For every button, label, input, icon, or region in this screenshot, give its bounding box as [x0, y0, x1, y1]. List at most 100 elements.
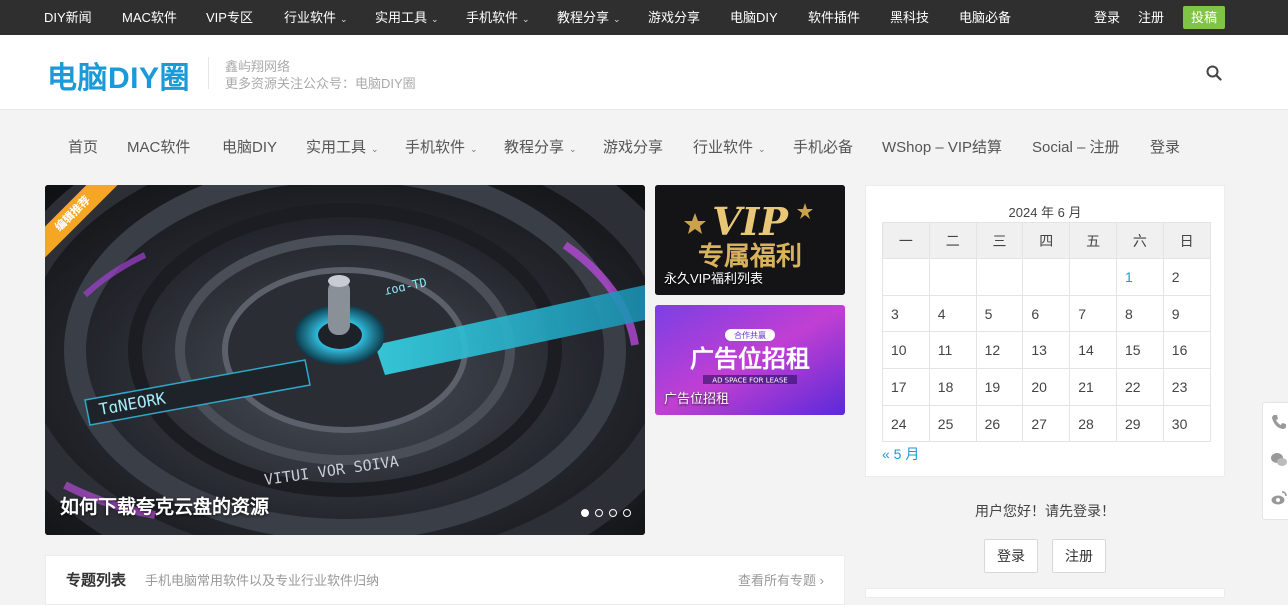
promo-card-vip[interactable]: VIP 专属福利 永久VIP福利列表 [655, 185, 845, 295]
site-logo[interactable]: 电脑DIY圈 [47, 53, 190, 97]
chevron-down-icon: ⌄ [371, 144, 379, 154]
editor-pick-label: 编辑推荐 [45, 185, 124, 265]
main-nav-item[interactable]: MAC软件 [127, 136, 190, 160]
top-nav-item[interactable]: 软件插件 [808, 0, 860, 35]
top-nav-item[interactable]: 黑科技 [890, 0, 929, 35]
ad-image-badge: 合作共赢 [734, 330, 766, 340]
chevron-down-icon: ⌄ [569, 144, 577, 154]
floating-side-tools [1262, 402, 1288, 520]
main-nav-item[interactable]: 电脑DIY [222, 136, 277, 160]
search-icon[interactable] [1206, 65, 1222, 81]
top-nav-item[interactable]: 行业软件 ⌄ [284, 0, 348, 35]
top-register-link[interactable]: 注册 [1138, 0, 1164, 35]
calendar-day: 15 [1115, 331, 1164, 370]
calendar-day[interactable]: 1 [1115, 258, 1164, 296]
calendar-week-row: 12 [882, 258, 1211, 296]
wechat-icon[interactable] [1270, 451, 1288, 469]
calendar-caption: 2024 年 6 月 [1008, 205, 1082, 220]
contribute-button[interactable]: 投稿 [1183, 6, 1225, 29]
site-subtagline: 更多资源关注公众号：电脑DIY圈 [225, 76, 416, 91]
top-nav-item-label: 实用工具 [375, 10, 428, 25]
calendar-day: 13 [1022, 331, 1071, 370]
ad-image-subtext: AD SPACE FOR LEASE [712, 377, 787, 385]
top-nav-item-label: 软件插件 [808, 10, 861, 25]
calendar-week-row: 10 11 12 13 14 15 16 [882, 331, 1211, 370]
calendar-day: 7 [1069, 294, 1117, 333]
main-nav-item[interactable]: 首页 [68, 136, 98, 160]
main-nav-item[interactable]: 行业软件 ⌄ [693, 136, 766, 160]
calendar-day: 10 [882, 331, 930, 370]
top-nav-item[interactable]: 手机软件 ⌄ [466, 0, 530, 35]
main-nav-item[interactable]: 教程分享 ⌄ [504, 136, 577, 160]
top-nav-item[interactable]: 教程分享 ⌄ [557, 0, 621, 35]
calendar-day: 25 [928, 404, 977, 443]
phone-icon[interactable] [1270, 413, 1288, 431]
calendar-weekday: 六 [1115, 222, 1164, 259]
slider-image: ɾoɑ-TD TɑNEORK VITUI VOR SOIVA [45, 185, 645, 535]
top-nav-item[interactable]: VIP专区 [206, 0, 253, 35]
calendar-day: 23 [1162, 368, 1211, 406]
top-nav-item-label: 游戏分享 [648, 10, 701, 25]
main-nav-item-label: 行业软件 [693, 139, 754, 156]
slider-dot[interactable] [623, 509, 631, 517]
top-nav-item-label: 黑科技 [890, 10, 930, 25]
calendar-day: 26 [975, 404, 1024, 443]
calendar-week-row: 17 18 19 20 21 22 23 [882, 368, 1211, 406]
calendar-day: 20 [1022, 368, 1071, 406]
promo-card-ad[interactable]: 合作共赢 广告位招租 AD SPACE FOR LEASE 广告位招租 [655, 305, 845, 415]
main-nav-item[interactable]: WShop – VIP结算 [882, 136, 1002, 160]
topics-description: 手机电脑常用软件以及专业行业软件归纳 [145, 573, 380, 588]
promo-card-label: 广告位招租 [664, 391, 730, 406]
calendar-day [882, 258, 930, 296]
main-nav-item-label: 登录 [1150, 139, 1181, 156]
calendar-day [928, 258, 977, 296]
slide-title[interactable]: 如何下载夸克云盘的资源 [60, 492, 269, 519]
top-nav-item-label: 教程分享 [557, 10, 610, 25]
slider-dots [581, 509, 631, 517]
calendar-day: 2 [1162, 258, 1211, 296]
main-nav-item-label: 首页 [68, 139, 99, 156]
topics-view-all-link[interactable]: 查看所有专题 › [738, 570, 824, 589]
featured-slider[interactable]: ɾoɑ-TD TɑNEORK VITUI VOR SOIVA 编辑推荐 如何下载… [45, 185, 645, 535]
logo-divider [208, 57, 209, 89]
main-nav-item[interactable]: 实用工具 ⌄ [306, 136, 379, 160]
main-nav-item[interactable]: 手机必备 [793, 136, 853, 160]
slider-dot[interactable] [609, 509, 617, 517]
top-nav-item[interactable]: MAC软件 [122, 0, 177, 35]
slider-dot[interactable] [581, 509, 589, 517]
sidebar-next-widget [865, 588, 1225, 598]
register-button[interactable]: 注册 [1052, 539, 1106, 573]
top-nav-item[interactable]: DIY新闻 [44, 0, 92, 35]
main-nav-item[interactable]: 游戏分享 [603, 136, 663, 160]
calendar-day: 24 [882, 404, 930, 443]
weibo-icon[interactable] [1270, 489, 1288, 507]
calendar-day: 27 [1022, 404, 1071, 443]
calendar-prev-month-link[interactable]: « 5 月 [882, 444, 919, 464]
slider-dot[interactable] [595, 509, 603, 517]
main-nav-item-label: 电脑DIY [222, 139, 278, 156]
calendar-weekday: 四 [1022, 222, 1071, 259]
top-nav-item-label: 行业软件 [284, 10, 337, 25]
top-nav-item[interactable]: 电脑必备 [959, 0, 1011, 35]
main-nav-item-label: 教程分享 [504, 139, 565, 156]
chevron-down-icon: ⌄ [522, 14, 530, 24]
top-nav-item-label: VIP专区 [206, 10, 253, 25]
login-button[interactable]: 登录 [984, 539, 1038, 573]
editor-pick-ribbon: 编辑推荐 [45, 185, 131, 271]
top-nav-item-label: DIY新闻 [44, 10, 92, 25]
calendar-day: 17 [882, 368, 930, 406]
top-login-link[interactable]: 登录 [1094, 0, 1120, 35]
top-nav-item-label: 电脑DIY [730, 10, 778, 25]
main-nav-item[interactable]: 手机软件 ⌄ [405, 136, 478, 160]
calendar-day: 11 [928, 331, 977, 370]
top-nav-item[interactable]: 游戏分享 [648, 0, 700, 35]
calendar-day: 21 [1069, 368, 1117, 406]
top-nav-item[interactable]: 实用工具 ⌄ [375, 0, 439, 35]
main-nav-item[interactable]: 登录 [1150, 136, 1180, 160]
chevron-down-icon: ⌄ [340, 14, 348, 24]
top-nav-item[interactable]: 电脑DIY [730, 0, 778, 35]
calendar-week-row: 24 25 26 27 28 29 30 [882, 404, 1211, 443]
main-nav-item[interactable]: Social – 注册 [1032, 136, 1120, 160]
calendar-day: 5 [975, 294, 1024, 333]
chevron-down-icon: ⌄ [758, 144, 766, 154]
